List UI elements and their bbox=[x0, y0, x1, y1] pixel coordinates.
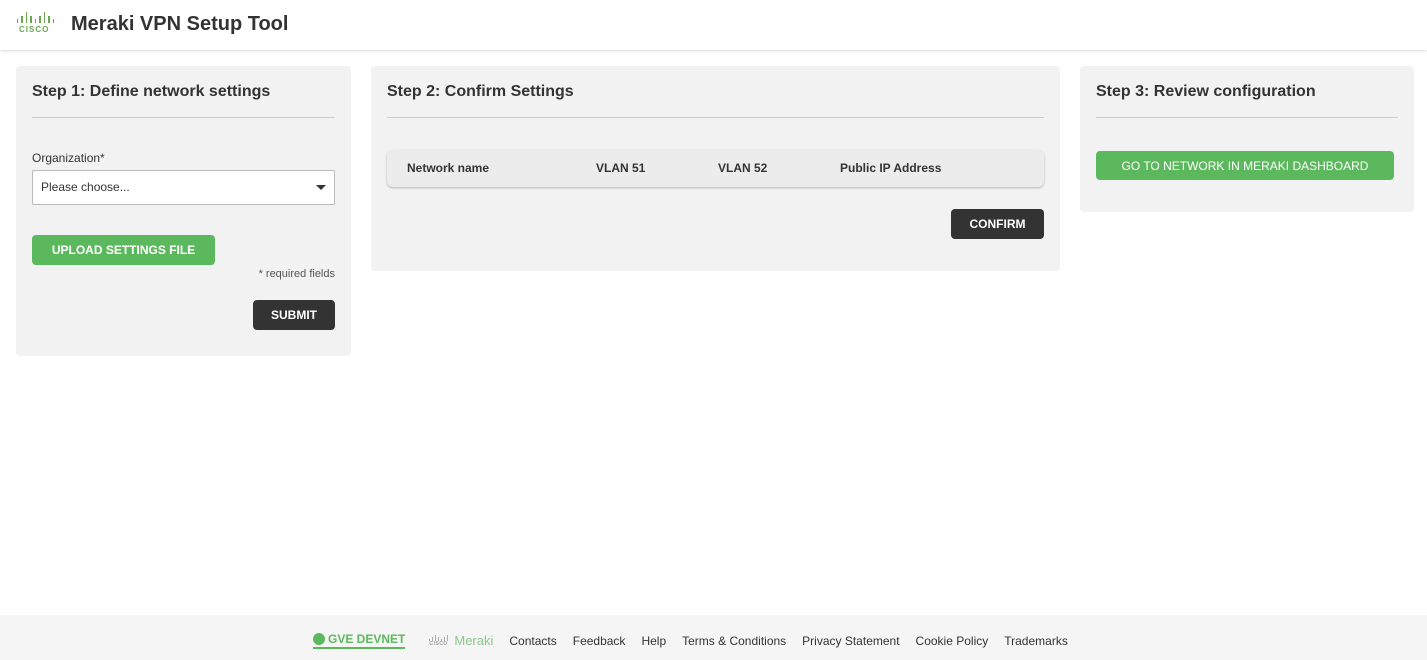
step2-title: Step 2: Confirm Settings bbox=[387, 83, 574, 100]
footer-link-cookie-policy[interactable]: Cookie Policy bbox=[916, 634, 989, 648]
cisco-logo-word: CISCO bbox=[19, 25, 50, 34]
organization-select[interactable]: Please choose... bbox=[32, 170, 335, 205]
footer-link-trademarks[interactable]: Trademarks bbox=[1004, 634, 1068, 648]
step2-card: Step 2: Confirm Settings Network name VL… bbox=[371, 66, 1060, 271]
divider bbox=[387, 117, 1044, 118]
settings-table-header: Network name VLAN 51 VLAN 52 Public IP A… bbox=[387, 150, 1044, 187]
step3-card: Step 3: Review configuration GO TO NETWO… bbox=[1080, 66, 1414, 212]
footer-link-privacy[interactable]: Privacy Statement bbox=[802, 634, 899, 648]
step1-title: Step 1: Define network settings bbox=[32, 83, 271, 100]
submit-button[interactable]: SUBMIT bbox=[253, 300, 335, 330]
go-to-dashboard-button[interactable]: GO TO NETWORK IN MERAKI DASHBOARD bbox=[1096, 151, 1394, 180]
divider bbox=[1096, 117, 1398, 118]
step1-card: Step 1: Define network settings Organiza… bbox=[16, 66, 351, 356]
confirm-button[interactable]: CONFIRM bbox=[951, 209, 1044, 239]
organization-label: Organization* bbox=[32, 151, 105, 165]
step3-title: Step 3: Review configuration bbox=[1096, 83, 1316, 100]
meraki-logo[interactable]: CISCO Meraki bbox=[429, 633, 493, 648]
column-header-vlan-52: VLAN 52 bbox=[718, 161, 768, 175]
organization-select-value: Please choose... bbox=[41, 180, 130, 194]
footer: GVE DEVNET CISCO Meraki Contacts Feedbac… bbox=[0, 615, 1427, 660]
meraki-cisco-word: CISCO bbox=[429, 640, 448, 647]
upload-settings-button[interactable]: UPLOAD SETTINGS FILE bbox=[32, 235, 215, 265]
gve-devnet-logo[interactable]: GVE DEVNET bbox=[313, 632, 406, 649]
footer-link-feedback[interactable]: Feedback bbox=[573, 634, 626, 648]
globe-icon bbox=[313, 633, 325, 645]
caret-down-icon bbox=[316, 185, 326, 190]
app-title: Meraki VPN Setup Tool bbox=[71, 13, 289, 35]
divider bbox=[32, 117, 335, 118]
footer-link-terms[interactable]: Terms & Conditions bbox=[682, 634, 786, 648]
meraki-label: Meraki bbox=[454, 633, 494, 648]
column-header-vlan-51: VLAN 51 bbox=[596, 161, 646, 175]
footer-link-contacts[interactable]: Contacts bbox=[509, 634, 556, 648]
app-header: CISCO Meraki VPN Setup Tool bbox=[0, 0, 1427, 50]
required-fields-note: * required fields bbox=[258, 268, 335, 280]
column-header-network-name: Network name bbox=[407, 161, 490, 175]
cisco-logo: CISCO bbox=[16, 12, 54, 36]
column-header-public-ip: Public IP Address bbox=[840, 161, 942, 175]
devnet-label: GVE DEVNET bbox=[328, 632, 406, 646]
footer-link-help[interactable]: Help bbox=[641, 634, 666, 648]
